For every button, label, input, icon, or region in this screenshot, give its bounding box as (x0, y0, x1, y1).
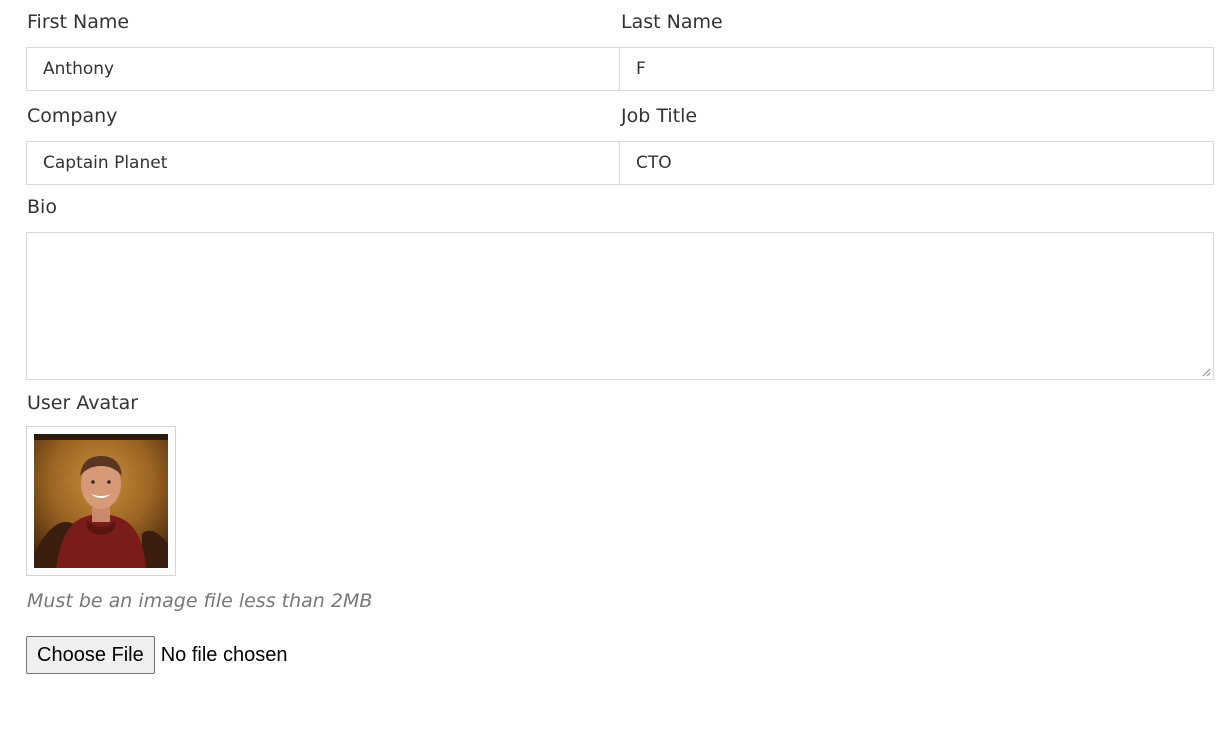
last-name-input[interactable] (619, 47, 1214, 91)
job-title-label: Job Title (621, 105, 698, 127)
resize-grip-icon[interactable] (1201, 367, 1211, 377)
job-title-input[interactable] (619, 141, 1214, 185)
first-name-input[interactable] (26, 47, 620, 91)
company-label: Company (27, 105, 118, 127)
profile-form: First Name Last Name Company Job Title B… (26, 0, 1214, 674)
company-row: Company Job Title (26, 94, 1214, 185)
name-row: First Name Last Name (26, 0, 1214, 91)
avatar-hint: Must be an image file less than 2MB (27, 590, 373, 612)
avatar-photo (34, 434, 168, 568)
job-title-group: Job Title (619, 94, 1214, 185)
file-status: No file chosen (160, 643, 288, 666)
avatar-label: User Avatar (27, 392, 139, 414)
bio-label: Bio (27, 196, 57, 218)
avatar-group: User Avatar Must be an image file less t… (26, 392, 1214, 674)
choose-file-button[interactable]: Choose File (26, 636, 155, 674)
file-input[interactable]: Choose File No file chosen (26, 636, 1214, 674)
last-name-label: Last Name (621, 11, 723, 33)
bio-textarea[interactable] (26, 232, 1214, 380)
company-input[interactable] (26, 141, 620, 185)
last-name-group: Last Name (619, 0, 1214, 91)
avatar-image (26, 426, 176, 576)
bio-group: Bio (26, 196, 1214, 380)
first-name-group: First Name (26, 0, 620, 91)
company-group: Company (26, 94, 620, 185)
first-name-label: First Name (27, 11, 130, 33)
